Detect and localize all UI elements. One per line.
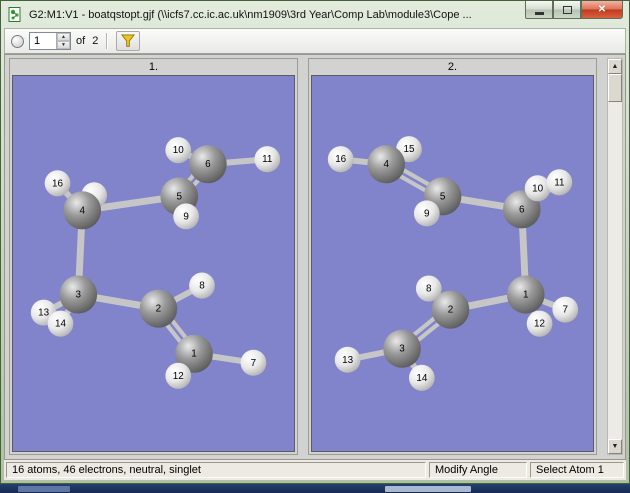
- frame-toolbar: 1 ▲ ▼ of 2: [4, 28, 626, 54]
- structure-panel-1: 1. 10 6 11 5 9 4 16 3 13 14 2 8 1 12 7: [9, 58, 298, 455]
- vertical-scrollbar[interactable]: ▲ ▼: [607, 58, 623, 455]
- atom-number-label: 16: [52, 178, 63, 189]
- animation-radio[interactable]: [11, 34, 24, 48]
- atom-number-label: 1: [523, 290, 529, 301]
- funnel-icon: [121, 34, 136, 47]
- scroll-up-icon[interactable]: ▲: [608, 59, 622, 74]
- atom-number-label: 6: [519, 204, 525, 215]
- atom-number-label: 13: [38, 308, 49, 319]
- atom-number-label: 5: [440, 191, 446, 202]
- maximize-icon: [562, 5, 572, 14]
- app-icon: [8, 7, 23, 22]
- window-title: G2:M1:V1 - boatqstopt.gjf (\\icfs7.cc.ic…: [29, 8, 472, 21]
- panel-2-label: 2.: [447, 61, 458, 73]
- status-mode: Modify Angle: [429, 462, 527, 478]
- atom-number-label: 15: [403, 144, 414, 155]
- atom-number-label: 4: [383, 159, 389, 170]
- scrollbar-thumb[interactable]: [608, 74, 622, 102]
- atom-number-label: 11: [262, 154, 273, 165]
- atom-number-label: 3: [76, 290, 82, 301]
- atom-number-label: 12: [534, 319, 545, 330]
- atom-number-label: 11: [554, 177, 565, 188]
- titlebar[interactable]: G2:M1:V1 - boatqstopt.gjf (\\icfs7.cc.ic…: [1, 1, 629, 28]
- atom-number-label: 5: [176, 191, 182, 202]
- close-button[interactable]: ✕: [581, 1, 623, 19]
- structure-panel-2: 2. 16 15 4 5 9 6 10 11 2 8 1 12 7 3 13 14: [308, 58, 597, 455]
- minimize-button[interactable]: [525, 1, 553, 19]
- atom-number-label: 2: [156, 304, 162, 315]
- frame-count: 2: [92, 35, 99, 47]
- window-controls: ✕: [525, 1, 623, 19]
- app-window: G2:M1:V1 - boatqstopt.gjf (\\icfs7.cc.ic…: [0, 0, 630, 484]
- molecule-viewport-1[interactable]: 10 6 11 5 9 4 16 3 13 14 2 8 1 12 7: [12, 75, 295, 452]
- frame-of-label: of: [76, 35, 86, 47]
- molecule-canvas-1: 10 6 11 59 4 16 3 13 14 2 8 1 12 7: [30, 137, 281, 389]
- scroll-down-icon[interactable]: ▼: [608, 439, 622, 454]
- molecule-canvas-2: 1615459 6101128112731314: [327, 136, 579, 391]
- main-area: 1. 10 6 11 5 9 4 16 3 13 14 2 8 1 12 7 2. 16 15 4 5 9 6 10 11…: [4, 54, 626, 460]
- panel-1-label: 1.: [148, 61, 159, 73]
- statusbar: 16 atoms, 46 electrons, neutral, singlet…: [4, 460, 626, 480]
- atom-number-label: 1: [191, 349, 197, 360]
- background-window-strip: [0, 484, 630, 493]
- spin-up-icon[interactable]: ▲: [57, 33, 70, 41]
- atom-number-label: 10: [532, 183, 543, 194]
- atom-number-label: 9: [183, 211, 189, 222]
- atom-number-label: 12: [173, 371, 184, 382]
- atom-number-label: 8: [199, 281, 205, 292]
- background-window-fragment: [385, 486, 471, 492]
- status-selection: Select Atom 1: [530, 462, 624, 478]
- scrollbar-track[interactable]: [608, 102, 622, 439]
- atom-number-label: 16: [335, 154, 346, 165]
- atom-number-label: 13: [342, 355, 353, 366]
- status-molecule-info: 16 atoms, 46 electrons, neutral, singlet: [6, 462, 426, 478]
- atom-number-label: 8: [426, 284, 432, 295]
- atom-number-label: 2: [448, 305, 454, 316]
- minimize-icon: [534, 11, 544, 15]
- atom-number-label: 14: [416, 373, 427, 384]
- frame-number-value: 1: [34, 35, 41, 47]
- display-options-button[interactable]: [116, 31, 141, 51]
- frame-spinner[interactable]: 1 ▲ ▼: [29, 32, 71, 50]
- molecule-viewport-2[interactable]: 16 15 4 5 9 6 10 11 2 8 1 12 7 3 13 14: [311, 75, 594, 452]
- atom-number-label: 6: [205, 159, 211, 170]
- toolbar-separator: [106, 33, 109, 49]
- screen: G2:M1:V1 - boatqstopt.gjf (\\icfs7.cc.ic…: [0, 0, 630, 493]
- atom-number-label: 7: [563, 305, 569, 316]
- atom-number-label: 3: [399, 344, 405, 355]
- spinner-arrows: ▲ ▼: [56, 33, 70, 49]
- atom-number-label: 10: [173, 145, 184, 156]
- atom-number-label: 4: [80, 205, 86, 216]
- atom-number-label: 7: [251, 358, 257, 369]
- atom-number-label: 9: [424, 208, 430, 219]
- background-window-fragment: [18, 486, 70, 492]
- maximize-button[interactable]: [553, 1, 581, 19]
- atom-number-label: 14: [55, 319, 66, 330]
- spin-down-icon[interactable]: ▼: [57, 41, 70, 49]
